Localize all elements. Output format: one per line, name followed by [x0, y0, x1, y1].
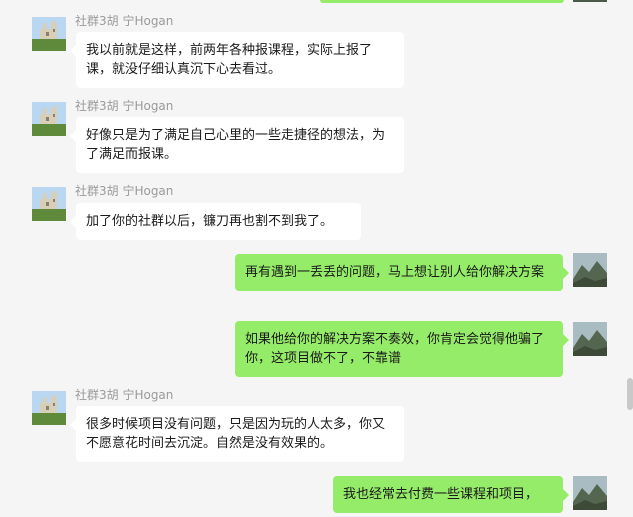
message-bubble[interactable]: 加了你的社群以后，镰刀再也割不到我了。 [70, 203, 361, 240]
self-avatar-partial[interactable] [573, 0, 607, 2]
previous-message-bubble[interactable] [320, 0, 564, 3]
message-bubble[interactable]: 好像只是为了满足自己心里的一些走捷径的想法，为了满足而报课。 [70, 117, 404, 173]
self-avatar[interactable] [573, 322, 607, 356]
message-bubble[interactable]: 我以前就是这样，前两年各种报课程，实际上报了课，就没仔细认真沉下心去看过。 [70, 32, 404, 88]
message-bubble[interactable]: 我也经常去付费一些课程和项目， [333, 476, 569, 513]
sender-name: 社群3胡 宁Hogan [75, 184, 174, 198]
chat-panel: 社群3胡 宁Hogan 我以前就是这样，前两年各种报课程，实际上报了课，就没仔细… [0, 0, 633, 517]
message-bubble[interactable]: 再有遇到一丢丢的问题，马上想让别人给你解决方案 [235, 254, 569, 291]
sender-name: 社群3胡 宁Hogan [75, 388, 174, 402]
sender-name: 社群3胡 宁Hogan [75, 99, 174, 113]
mountain-photo-icon [573, 0, 607, 2]
message-bubble[interactable]: 如果他给你的解决方案不奏效，你肯定会觉得他骗了你，这项目做不了，不靠谱 [235, 321, 569, 377]
contact-avatar[interactable] [32, 102, 66, 136]
contact-avatar[interactable] [32, 187, 66, 221]
mountain-photo-icon [573, 322, 607, 356]
mountain-photo-icon [573, 476, 607, 510]
castle-photo-icon [32, 102, 66, 136]
sender-name: 社群3胡 宁Hogan [75, 14, 174, 28]
castle-photo-icon [32, 187, 66, 221]
self-avatar[interactable] [573, 253, 607, 287]
contact-avatar[interactable] [32, 391, 66, 425]
scrollbar-thumb[interactable] [627, 378, 633, 410]
castle-photo-icon [32, 17, 66, 51]
self-avatar[interactable] [573, 476, 607, 510]
mountain-photo-icon [573, 253, 607, 287]
contact-avatar[interactable] [32, 17, 66, 51]
message-bubble[interactable]: 很多时候项目没有问题，只是因为玩的人太多，你又不愿意花时间去沉淀。自然是没有效果… [70, 406, 404, 462]
castle-photo-icon [32, 391, 66, 425]
